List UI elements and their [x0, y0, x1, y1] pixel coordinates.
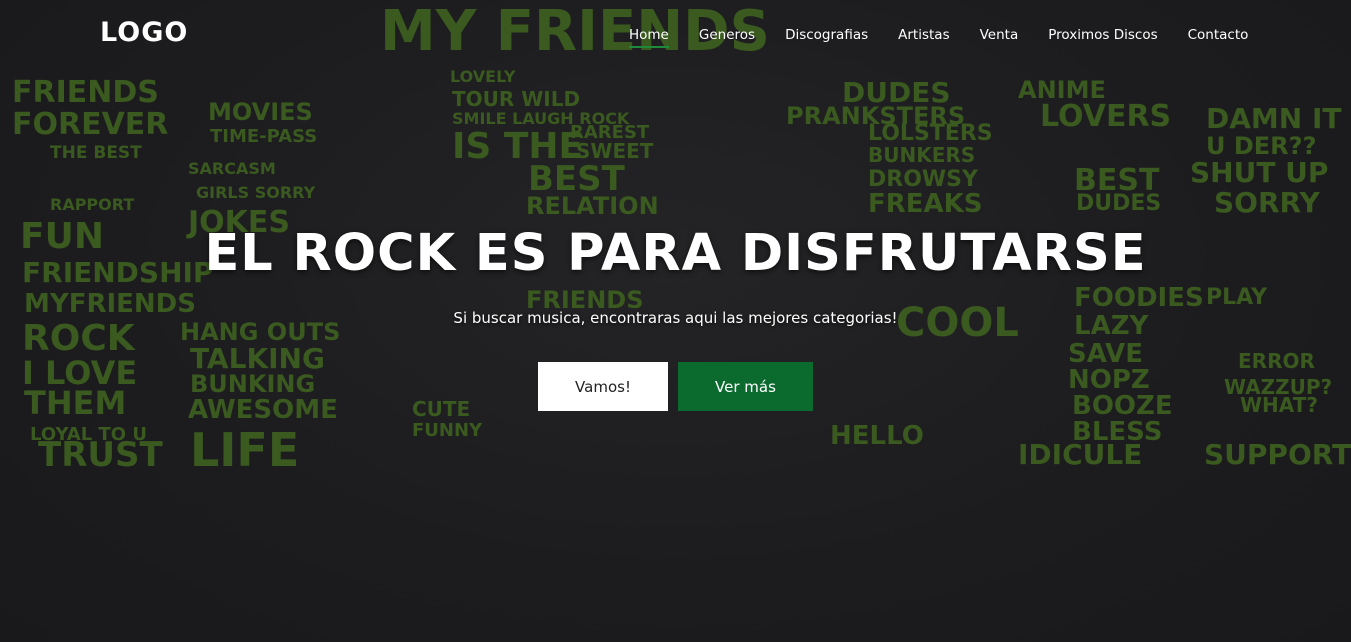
word-art-text: BLESS	[1072, 417, 1162, 447]
word-art-text: THE BEST	[50, 143, 142, 163]
nav-item-home: Home	[629, 24, 669, 48]
word-art-text: BOOZE	[1072, 391, 1173, 421]
word-art-text: SUPPORT	[1204, 438, 1351, 471]
word-art-text: ERROR	[1238, 349, 1315, 373]
hero-title: EL ROCK ES PARA DISFRUTARSE	[204, 224, 1147, 283]
word-art-text: TOUR WILD	[452, 87, 580, 111]
word-art-text: BEST	[528, 159, 626, 199]
word-art-text: TRUST	[38, 435, 163, 475]
hero-subtitle: Si buscar musica, encontraras aqui las m…	[453, 309, 898, 327]
navbar: LOGO Home Generos Discografias Artistas …	[0, 0, 1351, 68]
word-art-text: NOPZ	[1068, 365, 1150, 395]
word-art-text: I LOVE	[22, 354, 137, 392]
nav-item-artistas: Artistas	[898, 24, 949, 48]
word-art-text: SWEET	[576, 139, 654, 163]
word-art-text: LIFE	[190, 423, 299, 477]
nav-link-contacto[interactable]: Contacto	[1188, 27, 1249, 48]
word-art-text: FUNNY	[412, 420, 483, 441]
word-art-text: PRANKSTERS	[786, 102, 965, 130]
word-art-text: FRIENDS	[12, 75, 159, 110]
word-art-text: FOREVER	[12, 107, 168, 142]
word-art-text: LOLSTERS	[868, 121, 993, 146]
word-art-text: DROWSY	[868, 167, 979, 192]
nav-links: Home Generos Discografias Artistas Venta…	[629, 24, 1248, 48]
ver-mas-button[interactable]: Ver más	[678, 362, 813, 411]
word-art-text: DAMN IT	[1206, 102, 1341, 135]
word-art-text: RAREST	[570, 122, 650, 143]
nav-link-discografias[interactable]: Discografias	[785, 27, 868, 48]
nav-item-discografias: Discografias	[785, 24, 868, 48]
word-art-text: DUDES	[842, 76, 951, 109]
word-art-text: SMILE LAUGH ROCK	[452, 109, 630, 128]
word-art-text: RAPPORT	[50, 195, 134, 214]
word-art-text: GIRLS SORRY	[196, 183, 316, 202]
nav-item-venta: Venta	[980, 24, 1019, 48]
word-art-text: RELATION	[526, 192, 659, 220]
word-art-text: WAZZUP?	[1224, 375, 1332, 399]
word-art-text: SAVE	[1068, 339, 1143, 369]
logo[interactable]: LOGO	[100, 17, 188, 48]
word-art-text: U DER??	[1206, 132, 1316, 160]
nav-item-generos: Generos	[699, 24, 755, 48]
word-art-text: PLAY	[1206, 285, 1268, 310]
word-art-text: BUNKING	[190, 370, 315, 398]
word-art-text: SARCASM	[188, 159, 276, 178]
nav-link-home[interactable]: Home	[629, 27, 669, 48]
word-art-text: HELLO	[830, 421, 924, 451]
nav-link-generos[interactable]: Generos	[699, 27, 755, 48]
nav-item-proximos-discos: Proximos Discos	[1048, 24, 1157, 48]
word-art-text: SORRY	[1214, 186, 1321, 219]
page: MY FRIENDS FRIENDS FOREVER THE BEST RAPPORT F…	[0, 0, 1351, 642]
nav-link-proximos-discos[interactable]: Proximos Discos	[1048, 27, 1157, 48]
word-art-text: IDICULE	[1018, 438, 1142, 471]
word-art-text: BEST	[1074, 163, 1160, 198]
nav-link-artistas[interactable]: Artistas	[898, 27, 949, 48]
word-art-text: TIME-PASS	[210, 126, 317, 147]
word-art-text: ANIME	[1018, 76, 1106, 104]
word-art-text: LOYAL TO U	[30, 424, 147, 445]
word-art-text: CUTE	[412, 397, 470, 421]
vamos-button[interactable]: Vamos!	[538, 362, 668, 411]
nav-item-contacto: Contacto	[1188, 24, 1249, 48]
word-art-text: MOVIES	[208, 98, 313, 126]
word-art-text: IS THE	[452, 126, 583, 167]
word-art-text: THEM	[24, 384, 126, 422]
word-art-text: DUDES	[1076, 191, 1161, 216]
word-art-text: WHAT?	[1240, 393, 1318, 417]
word-art-text: LOVELY	[450, 67, 516, 86]
nav-link-venta[interactable]: Venta	[980, 27, 1019, 48]
word-art-text: LOVERS	[1040, 99, 1171, 134]
word-art-text: SHUT UP	[1190, 156, 1328, 189]
word-art-text: FREAKS	[868, 189, 983, 219]
word-art-text: BUNKERS	[868, 143, 975, 167]
word-art-text: AWESOME	[188, 395, 338, 425]
word-art-text: TALKING	[190, 342, 325, 375]
